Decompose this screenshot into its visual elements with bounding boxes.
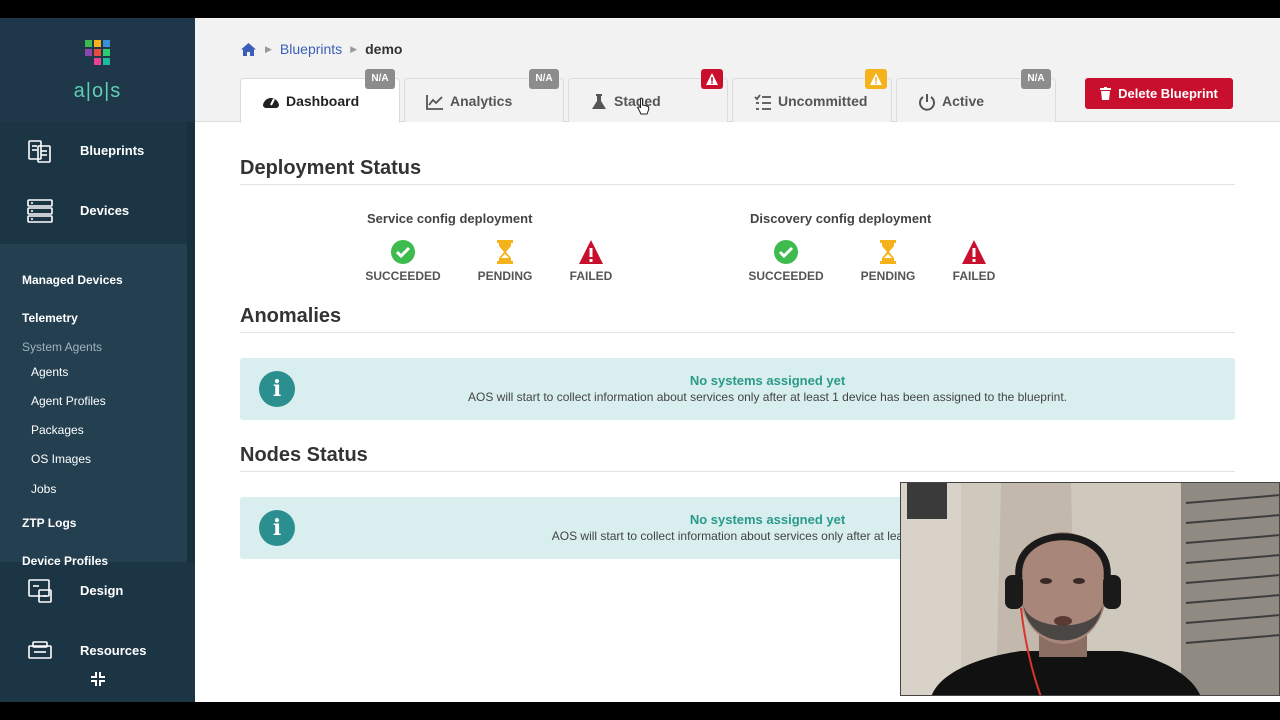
sidebar-item-blueprints[interactable]: Blueprints [0, 122, 195, 182]
sidebar-item-managed-devices[interactable]: Managed Devices [22, 273, 123, 287]
tab-uncommitted[interactable]: Uncommitted [732, 69, 892, 122]
analytics-icon [426, 95, 443, 110]
status-label: FAILED [569, 269, 613, 283]
alert-triangle-icon [579, 240, 603, 264]
discovery-succeeded-status[interactable]: SUCCEEDED [746, 239, 826, 283]
sidebar-item-label: Design [80, 583, 124, 598]
sidebar-scrollbar[interactable] [187, 122, 195, 562]
status-label: PENDING [477, 269, 533, 283]
sidebar-item-design[interactable]: Design [0, 562, 195, 622]
blueprint-header: ▶ Blueprints ▶ demo Dashboard N/A Analyt… [195, 18, 1280, 123]
service-pending-status[interactable]: PENDING [465, 239, 545, 283]
logo-grid-icon [85, 40, 111, 66]
divider [240, 471, 1235, 472]
resources-icon [28, 641, 52, 659]
status-badge: N/A [1021, 69, 1051, 89]
design-icon [28, 579, 52, 603]
hourglass-icon [880, 240, 896, 264]
discovery-config-title: Discovery config deployment [750, 211, 932, 226]
warning-icon [701, 69, 723, 89]
sidebar-item-devices[interactable]: Devices [0, 182, 195, 242]
sidebar-item-label: Blueprints [80, 143, 145, 158]
breadcrumb-link-blueprints[interactable]: Blueprints [280, 41, 342, 57]
anomalies-info-box: i No systems assigned yet AOS will start… [240, 358, 1235, 420]
sidebar-item-label: Devices [80, 203, 130, 218]
sidebar-item-label: Resources [80, 643, 147, 658]
status-badge: N/A [529, 69, 559, 89]
tab-active[interactable]: Active N/A [896, 69, 1056, 122]
sidebar-item-ztp-logs[interactable]: ZTP Logs [22, 516, 76, 530]
sidebar-item-telemetry[interactable]: Telemetry [22, 311, 78, 325]
tab-label: Dashboard [286, 93, 360, 109]
info-title: No systems assigned yet [689, 373, 846, 388]
presenter-video [901, 483, 1279, 695]
chevron-right-icon: ▶ [265, 43, 272, 54]
flask-icon [592, 94, 606, 109]
warning-icon [865, 69, 887, 89]
power-icon [919, 94, 935, 111]
home-icon[interactable] [240, 42, 257, 57]
check-circle-icon [391, 240, 415, 264]
status-badge: N/A [365, 69, 395, 89]
devices-icon [27, 199, 53, 223]
uncommitted-icon [754, 94, 771, 110]
service-failed-status[interactable]: FAILED [551, 239, 631, 283]
status-label: FAILED [952, 269, 996, 283]
divider [240, 332, 1235, 333]
logo-text: a|o|s [73, 80, 122, 102]
collapse-icon[interactable] [89, 670, 107, 688]
tab-label: Active [942, 93, 985, 109]
trash-icon [1100, 87, 1112, 100]
deployment-status-title: Deployment Status [240, 157, 422, 179]
tab-dashboard[interactable]: Dashboard N/A [240, 69, 400, 123]
blueprints-icon [28, 140, 51, 163]
logo[interactable]: a|o|s [0, 18, 195, 122]
discovery-failed-status[interactable]: FAILED [934, 239, 1014, 283]
sidebar-item-jobs[interactable]: Jobs [31, 482, 56, 496]
divider [240, 184, 1235, 185]
alert-triangle-icon [962, 240, 986, 264]
nodes-status-title: Nodes Status [240, 444, 368, 466]
delete-blueprint-label: Delete Blueprint [1118, 86, 1218, 101]
webcam-overlay [900, 482, 1280, 696]
hourglass-icon [497, 240, 513, 264]
dashboard-icon [263, 98, 279, 108]
sidebar-group-system-agents: System Agents [22, 340, 103, 354]
discovery-pending-status[interactable]: PENDING [848, 239, 928, 283]
info-text: AOS will start to collect information ab… [468, 390, 1067, 404]
sidebar-item-os-images[interactable]: OS Images [31, 452, 91, 466]
chevron-right-icon: ▶ [350, 43, 358, 54]
sidebar-item-agents[interactable]: Agents [31, 365, 68, 379]
status-label: SUCCEEDED [365, 269, 441, 283]
status-label: SUCCEEDED [748, 269, 824, 283]
app-window: a|o|s Blueprints Devices Managed Devices… [0, 18, 1280, 702]
cursor-hand-icon [637, 97, 650, 115]
tab-staged[interactable]: Staged [568, 69, 728, 122]
check-circle-icon [774, 240, 798, 264]
service-config-title: Service config deployment [367, 211, 533, 226]
anomalies-title: Anomalies [240, 305, 342, 327]
service-succeeded-status[interactable]: SUCCEEDED [363, 239, 443, 283]
sidebar-item-packages[interactable]: Packages [31, 423, 84, 437]
breadcrumb: ▶ Blueprints ▶ demo [240, 41, 402, 57]
sidebar-item-agent-profiles[interactable]: Agent Profiles [31, 394, 106, 408]
tab-analytics[interactable]: Analytics N/A [404, 69, 564, 122]
delete-blueprint-button[interactable]: Delete Blueprint [1085, 78, 1233, 109]
breadcrumb-current: demo [365, 41, 403, 57]
tab-label: Analytics [450, 93, 513, 109]
devices-submenu: Managed Devices Telemetry System Agents … [0, 244, 187, 568]
sidebar: a|o|s Blueprints Devices Managed Devices… [0, 18, 195, 702]
status-label: PENDING [860, 269, 916, 283]
tab-label: Uncommitted [778, 93, 868, 109]
